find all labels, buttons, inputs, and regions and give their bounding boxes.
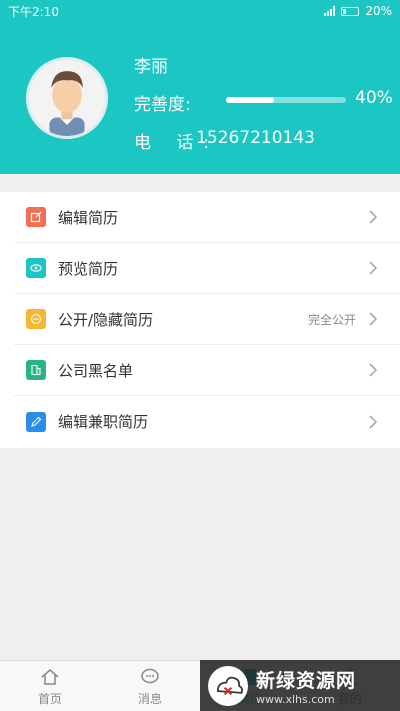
home-icon <box>41 668 59 685</box>
building-icon <box>26 360 46 380</box>
menu-item-edit-parttime-resume[interactable]: 编辑兼职简历 <box>14 396 400 447</box>
watermark-url: www.xlhs.com <box>256 692 335 706</box>
completeness-bar-fill <box>226 97 274 103</box>
status-bar: 下午2:10 20% <box>0 0 400 22</box>
completeness-value: 40% <box>355 88 393 108</box>
user-name: 李丽 <box>134 57 168 77</box>
profile-header: 李丽 完善度: 40% 电 话: 15267210143 <box>0 22 400 174</box>
chevron-right-icon <box>369 210 378 224</box>
menu-item-privacy[interactable]: 公开/隐藏简历 完全公开 <box>14 294 400 345</box>
signal-icon <box>324 6 336 16</box>
completeness-label: 完善度: <box>134 95 191 115</box>
avatar[interactable] <box>26 57 108 139</box>
menu-item-label: 编辑简历 <box>58 208 119 227</box>
privacy-icon <box>26 309 46 329</box>
chevron-right-icon <box>369 363 378 377</box>
tab-messages[interactable]: 消息 <box>100 661 200 711</box>
menu-item-label: 编辑兼职简历 <box>58 413 149 431</box>
message-icon <box>141 668 159 683</box>
watermark-title: 新绿资源网 <box>256 669 357 692</box>
watermark-logo-icon <box>208 665 248 706</box>
battery-icon <box>341 6 360 16</box>
menu-item-edit-resume[interactable]: 编辑简历 <box>14 192 400 243</box>
battery-percent: 20% <box>365 4 392 18</box>
status-icons: 20% <box>324 4 392 18</box>
pencil-icon <box>26 411 46 432</box>
tab-label: 消息 <box>137 691 162 706</box>
avatar-face-icon <box>29 60 105 136</box>
eye-icon <box>26 258 46 278</box>
chevron-right-icon <box>369 312 378 326</box>
edit-icon <box>26 207 46 227</box>
menu-item-label: 公开/隐藏简历 <box>58 310 154 329</box>
chevron-right-icon <box>369 414 378 429</box>
status-time: 下午2:10 <box>8 4 59 19</box>
menu-item-company-blacklist[interactable]: 公司黑名单 <box>14 345 400 396</box>
chevron-right-icon <box>369 261 378 275</box>
tab-home[interactable]: 首页 <box>0 661 100 711</box>
completeness-bar <box>226 97 346 103</box>
tab-label: 首页 <box>37 691 62 706</box>
menu-item-preview-resume[interactable]: 预览简历 <box>14 243 400 294</box>
privacy-status: 完全公开 <box>307 312 356 327</box>
menu-item-label: 预览简历 <box>58 259 119 278</box>
resume-menu: 编辑简历 预览简历 公开/隐藏简历 完全公开 公司黑名单 编辑兼职简历 <box>0 192 400 448</box>
phone-value: 15267210143 <box>196 128 315 148</box>
watermark: 新绿资源网 www.xlhs.com <box>200 660 400 711</box>
menu-item-label: 公司黑名单 <box>58 361 134 380</box>
